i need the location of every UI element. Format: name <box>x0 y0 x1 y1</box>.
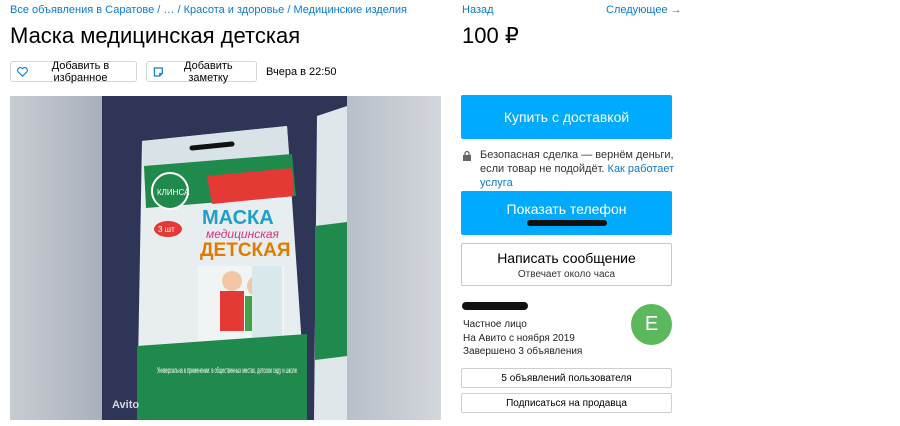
seller-name-redacted[interactable] <box>462 302 528 310</box>
breadcrumb-beauty-health[interactable]: Красота и здоровье / <box>184 4 291 16</box>
response-time-label: Отвечает около часа <box>517 269 616 280</box>
posted-time: Вчера в 22:50 <box>266 66 337 78</box>
seller-type: Частное лицо <box>463 319 527 330</box>
package-count: 3 шт <box>158 225 175 234</box>
subscribe-seller-button[interactable]: Подписаться на продавца <box>461 393 672 413</box>
photo-gallery[interactable]: КЛИНСА МАСКА медицинская ДЕТСКАЯ 3 шт Ун… <box>10 96 441 420</box>
user-ads-button[interactable]: 5 объявлений пользователя <box>461 368 672 388</box>
show-phone-button[interactable]: Показать телефон <box>461 191 672 235</box>
package-word1: МАСКА <box>202 207 274 229</box>
gallery-blur-left <box>10 96 102 420</box>
package-brand: КЛИНСА <box>157 188 190 197</box>
package-word2: медицинская <box>206 227 280 241</box>
add-note-label: Добавить заметку <box>184 59 233 84</box>
add-favorite-label: Добавить в избранное <box>51 59 110 84</box>
price: 100 ₽ <box>462 23 519 48</box>
next-link[interactable]: Следующее → <box>606 4 682 16</box>
back-link[interactable]: Назад <box>462 4 494 16</box>
write-message-label: Написать сообщение <box>497 250 636 266</box>
breadcrumb-all-ads[interactable]: Все объявления в Саратове / <box>10 4 160 16</box>
page-title: Маска медицинская детская <box>10 23 301 48</box>
buy-with-delivery-button[interactable]: Купить с доставкой <box>461 95 672 139</box>
breadcrumb: Все объявления в Саратове / … / Красота … <box>10 4 407 16</box>
product-photo-image: КЛИНСА МАСКА медицинская ДЕТСКАЯ 3 шт Ун… <box>102 96 347 420</box>
breadcrumb-medical[interactable]: Медицинские изделия <box>293 4 407 16</box>
phone-redaction <box>526 219 607 226</box>
watermark-text: Avito <box>112 399 139 411</box>
add-note-button[interactable]: Добавить заметку <box>146 59 257 84</box>
show-phone-label: Показать телефон <box>506 200 627 217</box>
write-message-button[interactable]: Написать сообщение Отвечает около часа <box>461 243 672 286</box>
gallery-blur-right <box>347 96 441 420</box>
lock-icon <box>463 150 471 161</box>
seller-completed: Завершено 3 объявления <box>463 346 583 357</box>
product-photo[interactable]: КЛИНСА МАСКА медицинская ДЕТСКАЯ 3 шт Ун… <box>102 96 347 420</box>
heart-icon <box>17 66 28 77</box>
breadcrumb-ellipsis[interactable]: … / <box>163 4 180 16</box>
seller-info: Частное лицо На Авито с ноября 2019 Заве… <box>463 318 582 359</box>
avatar[interactable]: E <box>631 304 672 345</box>
safe-deal-info: Безопасная сделка — вернём деньги, если … <box>462 148 676 190</box>
seller-since: На Авито с ноября 2019 <box>463 332 575 344</box>
add-favorite-button[interactable]: Добавить в избранное <box>10 59 137 84</box>
note-icon <box>153 66 163 77</box>
package-word3: ДЕТСКАЯ <box>200 240 291 261</box>
package-slogan: Универсальна в применении: в общественны… <box>157 366 297 375</box>
